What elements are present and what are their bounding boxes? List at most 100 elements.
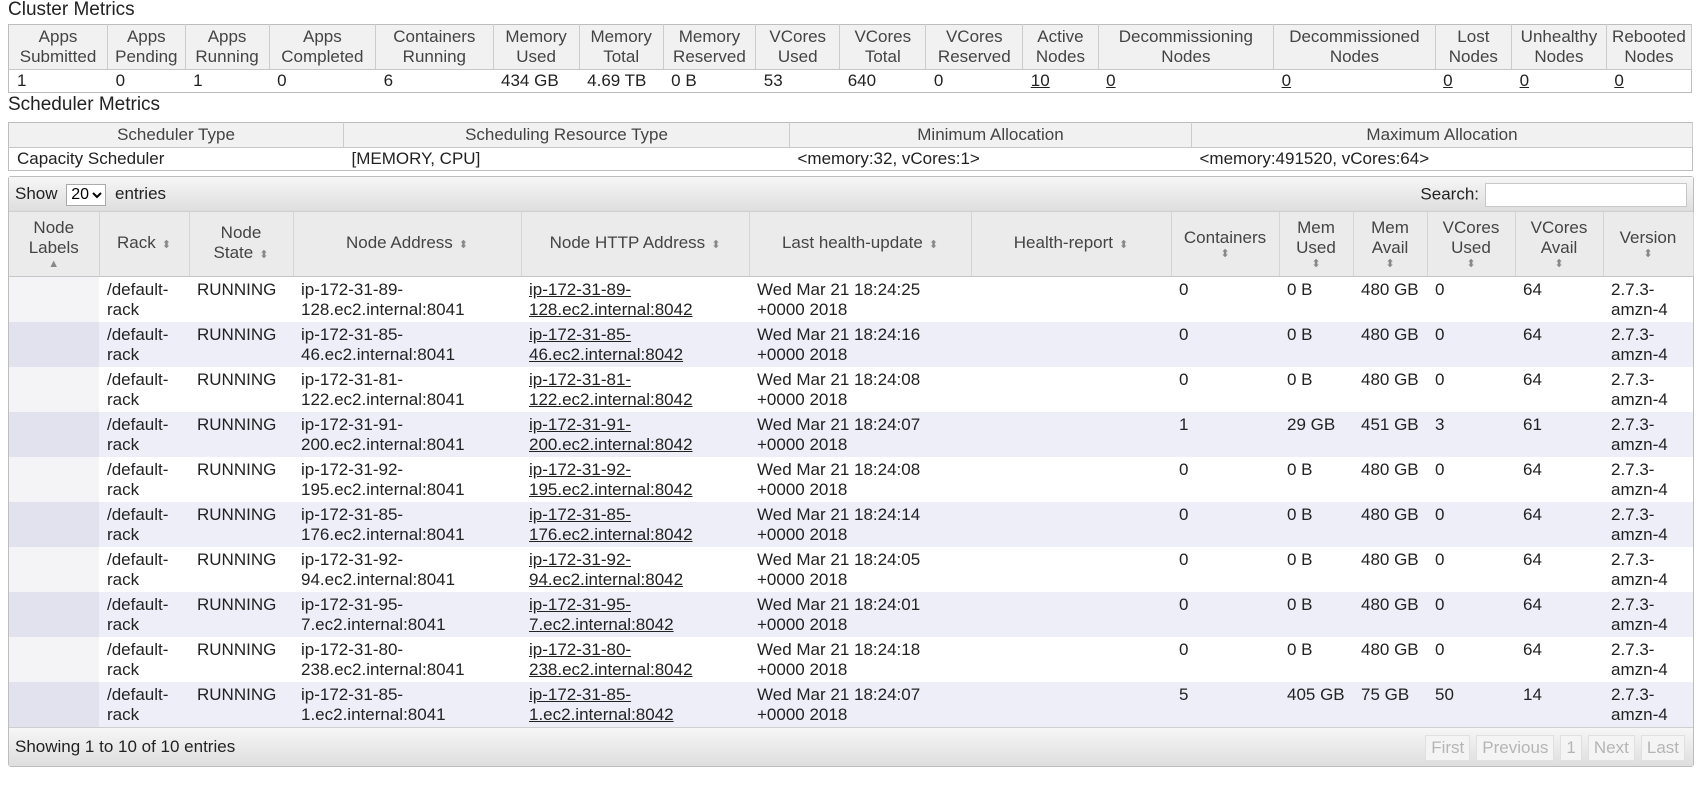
table-row: /default-rack RUNNING ip-172-31-85-176.ec2… — [9, 502, 1693, 547]
column-header-containers[interactable]: Containers ⬍ — [1171, 212, 1280, 277]
cell-rack: /default-rack — [99, 276, 189, 322]
cluster-link-rebooted-nodes[interactable]: 0 — [1614, 71, 1623, 90]
node-http-address-link[interactable]: ip-172-31-85-1.ec2.internal:8042 — [529, 685, 674, 724]
column-header-vcores-used[interactable]: VCores Used ⬍ — [1427, 212, 1516, 277]
scheduler-header-minimum-allocation: Minimum Allocation — [789, 122, 1192, 148]
scheduler-value-scheduler-type: Capacity Scheduler — [17, 149, 165, 168]
column-header-health-report[interactable]: Health-report ⬍ — [971, 212, 1172, 277]
scheduler-value-scheduling-resource-type: [MEMORY, CPU] — [351, 149, 481, 168]
cell-mem-used: 0 B — [1279, 502, 1353, 547]
cell-health-report — [971, 592, 1171, 637]
column-header-last-health-update[interactable]: Last health-update ⬍ — [749, 212, 972, 277]
cell-mem-avail: 451 GB — [1353, 412, 1427, 457]
cell-rack: /default-rack — [99, 637, 189, 682]
cell-rack: /default-rack — [99, 367, 189, 412]
pager-previous-button[interactable]: Previous — [1476, 735, 1555, 761]
cluster-header-vcores-used: VCores Used — [755, 24, 841, 70]
pager-last-button[interactable]: Last — [1640, 735, 1685, 761]
cell-node-state: RUNNING — [189, 547, 293, 592]
column-header-mem-avail[interactable]: Mem Avail ⬍ — [1353, 212, 1428, 277]
cluster-value-decommissioning-nodes: 0 — [1098, 70, 1274, 93]
pager-next-button[interactable]: Next — [1587, 735, 1635, 761]
cell-last-health-update: Wed Mar 21 18:24:08 +0000 2018 — [749, 367, 971, 412]
sort-ascending-icon: ▲ — [48, 258, 60, 270]
cluster-link-active-nodes[interactable]: 10 — [1031, 71, 1050, 90]
cell-vcores-used: 3 — [1427, 412, 1515, 457]
cell-rack: /default-rack — [99, 322, 189, 367]
cell-node-address: ip-172-31-85-176.ec2.internal:8041 — [293, 502, 521, 547]
cell-mem-avail: 75 GB — [1353, 682, 1427, 727]
cluster-header-unhealthy-nodes: Unhealthy Nodes — [1511, 24, 1607, 70]
sort-both-icon: ⬍ — [1311, 258, 1321, 270]
show-label: Show — [15, 184, 58, 203]
search-input[interactable] — [1485, 183, 1687, 207]
table-toolbar: Show 20 entries Search: — [9, 177, 1693, 212]
sort-both-icon: ⬍ — [711, 239, 721, 251]
page-size-select[interactable]: 20 — [66, 183, 107, 206]
cell-node-labels — [9, 682, 99, 727]
sort-both-icon: ⬍ — [1466, 258, 1476, 270]
sort-both-icon: ⬍ — [161, 239, 171, 251]
entries-label: entries — [115, 184, 167, 203]
cell-mem-avail: 480 GB — [1353, 547, 1427, 592]
cell-node-state: RUNNING — [189, 457, 293, 502]
cluster-link-decommissioning-nodes[interactable]: 0 — [1106, 71, 1115, 90]
column-header-node-address[interactable]: Node Address ⬍ — [293, 212, 522, 277]
node-http-address-link[interactable]: ip-172-31-95-7.ec2.internal:8042 — [529, 595, 674, 634]
node-http-address-link[interactable]: ip-172-31-89-128.ec2.internal:8042 — [529, 280, 693, 319]
column-header-node-state[interactable]: Node State ⬍ — [189, 212, 294, 277]
node-http-address-link[interactable]: ip-172-31-81-122.ec2.internal:8042 — [529, 370, 693, 409]
cluster-link-unhealthy-nodes[interactable]: 0 — [1520, 71, 1529, 90]
column-header-mem-used[interactable]: Mem Used ⬍ — [1279, 212, 1354, 277]
node-http-address-link[interactable]: ip-172-31-92-195.ec2.internal:8042 — [529, 460, 693, 499]
cell-node-state: RUNNING — [189, 637, 293, 682]
cell-health-report — [971, 547, 1171, 592]
cell-node-state: RUNNING — [189, 367, 293, 412]
cell-containers: 0 — [1171, 367, 1279, 412]
cluster-header-decommissioning-nodes: Decommissioning Nodes — [1098, 24, 1275, 70]
cell-node-address: ip-172-31-85-1.ec2.internal:8041 — [293, 682, 521, 727]
cell-node-state: RUNNING — [189, 502, 293, 547]
cell-vcores-avail: 64 — [1515, 367, 1603, 412]
cell-mem-used: 405 GB — [1279, 682, 1353, 727]
pagination: First Previous 1 Next Last — [1419, 735, 1685, 761]
pager-first-button[interactable]: First — [1425, 735, 1471, 761]
cluster-link-decommissioned-nodes[interactable]: 0 — [1282, 71, 1291, 90]
node-http-address-link[interactable]: ip-172-31-85-46.ec2.internal:8042 — [529, 325, 683, 364]
cluster-metrics-table: Apps Submitted Apps Pending Apps Running Ap… — [8, 24, 1693, 93]
cell-node-labels — [9, 547, 99, 592]
column-label: Mem Avail — [1371, 218, 1409, 257]
cell-health-report — [971, 322, 1171, 367]
sort-both-icon: ⬍ — [259, 249, 269, 261]
cluster-value-active-nodes: 10 — [1023, 70, 1098, 93]
node-http-address-link[interactable]: ip-172-31-80-238.ec2.internal:8042 — [529, 640, 693, 679]
cell-node-labels — [9, 412, 99, 457]
cell-vcores-avail: 14 — [1515, 682, 1603, 727]
cluster-link-lost-nodes[interactable]: 0 — [1443, 71, 1452, 90]
column-label: Node Labels — [28, 218, 79, 257]
column-header-vcores-avail[interactable]: VCores Avail ⬍ — [1515, 212, 1604, 277]
column-header-node-labels[interactable]: Node Labels ▲ — [9, 212, 100, 277]
cell-rack: /default-rack — [99, 457, 189, 502]
column-label: Containers — [1183, 228, 1267, 247]
cell-mem-used: 29 GB — [1279, 412, 1353, 457]
column-header-node-http-address[interactable]: Node HTTP Address ⬍ — [521, 212, 750, 277]
column-header-rack[interactable]: Rack ⬍ — [99, 212, 190, 277]
cell-vcores-used: 0 — [1427, 637, 1515, 682]
cell-node-labels — [9, 592, 99, 637]
cell-vcores-avail: 64 — [1515, 457, 1603, 502]
sort-both-icon: ⬍ — [1385, 258, 1395, 270]
node-http-address-link[interactable]: ip-172-31-92-94.ec2.internal:8042 — [529, 550, 683, 589]
cell-last-health-update: Wed Mar 21 18:24:07 +0000 2018 — [749, 682, 971, 727]
cell-vcores-avail: 64 — [1515, 592, 1603, 637]
table-row: /default-rack RUNNING ip-172-31-91-200.ec2… — [9, 412, 1693, 457]
search-label: Search: — [1420, 184, 1479, 204]
pager-1-button[interactable]: 1 — [1560, 735, 1582, 761]
sort-both-icon: ⬍ — [1119, 239, 1129, 251]
node-http-address-link[interactable]: ip-172-31-91-200.ec2.internal:8042 — [529, 415, 693, 454]
cell-containers: 0 — [1171, 592, 1279, 637]
cell-mem-avail: 480 GB — [1353, 637, 1427, 682]
scheduler-header-scheduling-resource-type: Scheduling Resource Type — [343, 122, 790, 148]
node-http-address-link[interactable]: ip-172-31-85-176.ec2.internal:8042 — [529, 505, 693, 544]
column-header-version[interactable]: Version ⬍ — [1603, 212, 1694, 277]
